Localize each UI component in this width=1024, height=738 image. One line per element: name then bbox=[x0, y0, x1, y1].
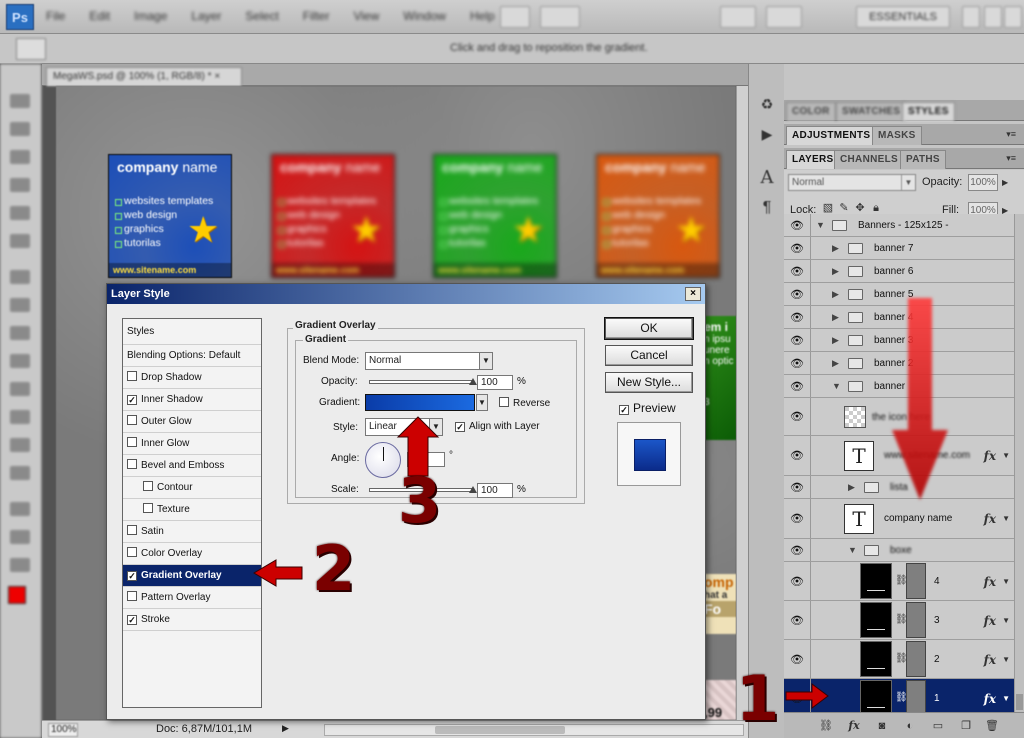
annotation-step-1: 1 bbox=[736, 662, 780, 735]
annotation-step-3: 3 bbox=[398, 464, 442, 537]
annotation-arrow-2 bbox=[253, 559, 303, 587]
annotation-arrow-down bbox=[892, 298, 948, 500]
annotation-overlay bbox=[253, 298, 948, 709]
annotation-step-2: 2 bbox=[312, 532, 356, 605]
annotation-arrow-1 bbox=[785, 683, 829, 709]
